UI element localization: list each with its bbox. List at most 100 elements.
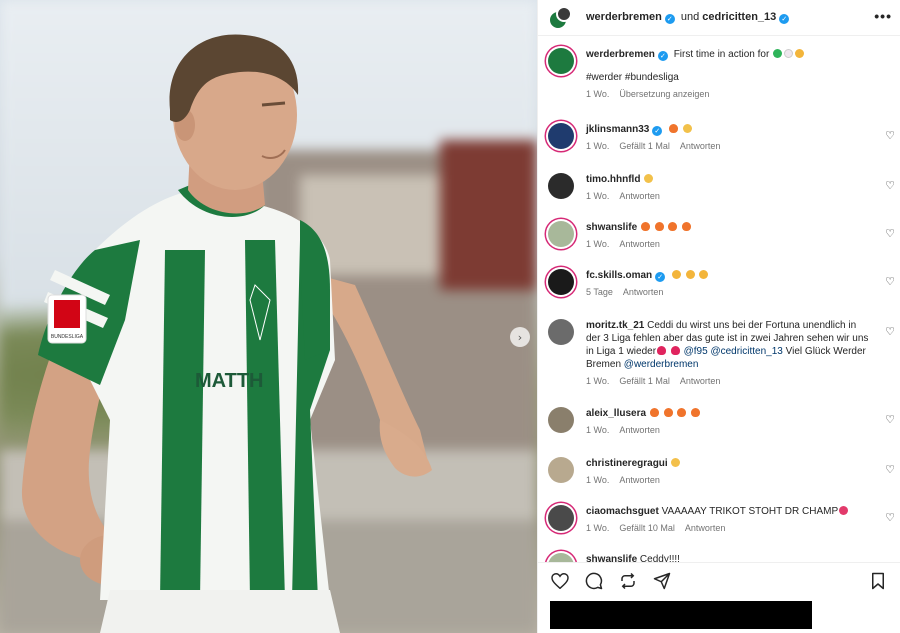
comment-time: 5 Tage — [586, 287, 613, 297]
header-accounts: werderbremen ✓ und cedricitten_13 ✓ — [586, 11, 792, 24]
caption-meta: 1 Wo. Übersetzung anzeigen — [586, 89, 870, 99]
reply-link[interactable]: Antworten — [619, 425, 660, 435]
comment-item: jklinsmann33 ✓ 1 Wo. Gefällt 1 Mal Antworte… — [538, 123, 900, 151]
mention-link[interactable]: @f95 — [684, 346, 708, 357]
sponsor-text: MATTH — [195, 370, 264, 392]
comment-item: christineregragui 1 Wo. Antworten ♡ — [538, 457, 900, 485]
raised-hands-emoji-icon — [682, 124, 692, 133]
caption-text: First time in action for — [673, 49, 770, 60]
mention-link[interactable]: @cedricitten_13 — [710, 346, 782, 357]
header-avatars[interactable] — [548, 5, 576, 30]
avatar[interactable] — [556, 5, 572, 22]
comment-item: moritz.tk_21 Ceddi du wirst uns bei der … — [538, 319, 900, 386]
comment-username[interactable]: jklinsmann33 — [586, 124, 649, 135]
translate-link[interactable]: Übersetzung anzeigen — [619, 89, 709, 99]
comment-item: fc.skills.oman ✓ 5 Tage Antworten ♡ — [538, 269, 900, 297]
comment-time: 1 Wo. — [586, 89, 610, 99]
comments-list[interactable]: werderbremen ✓ First time in action for #… — [538, 37, 900, 562]
comment-text: Ceddy!!!! — [639, 554, 680, 562]
avatar[interactable] — [548, 457, 574, 483]
comment-username[interactable]: aleix_llusera — [586, 408, 646, 419]
comment-item: aleix_llusera 1 Wo. Antworten ♡ — [538, 407, 900, 435]
fire-emoji-icon — [640, 222, 650, 231]
header-connector: und — [680, 11, 700, 23]
fire-emoji-icon — [649, 408, 659, 417]
caption-hashtags[interactable]: #werder #bundesliga — [586, 71, 870, 84]
fire-emoji-icon — [677, 408, 687, 417]
player-figure: BUNDESLIGA MATTH — [21, 34, 432, 633]
avatar[interactable] — [548, 48, 574, 74]
reply-link[interactable]: Antworten — [619, 475, 660, 485]
verified-icon: ✓ — [655, 272, 666, 282]
like-heart-icon[interactable] — [550, 571, 570, 591]
comment-username[interactable]: moritz.tk_21 — [586, 320, 644, 331]
flexed-biceps-emoji-icon — [671, 458, 681, 467]
comment-username[interactable]: werderbremen — [586, 49, 655, 60]
fire-emoji-icon — [663, 408, 673, 417]
reply-link[interactable]: Antworten — [680, 376, 721, 386]
comment-time: 1 Wo. — [586, 475, 610, 485]
fire-emoji-icon — [668, 222, 678, 231]
comment-icon[interactable] — [584, 571, 604, 591]
repost-icon[interactable] — [618, 571, 638, 591]
comment-username[interactable]: ciaomachsguet — [586, 506, 659, 517]
like-heart-icon[interactable]: ♡ — [885, 413, 895, 426]
avatar[interactable] — [548, 505, 574, 531]
more-options-icon[interactable]: ••• — [874, 8, 892, 24]
caption: werderbremen ✓ First time in action for #… — [538, 48, 900, 99]
comment-time: 1 Wo. — [586, 425, 610, 435]
avatar[interactable] — [548, 173, 574, 199]
like-heart-icon[interactable]: ♡ — [885, 463, 895, 476]
comment-item: ciaomachsguet VAAAAAY TRIKOT STOHT DR CH… — [538, 505, 900, 533]
comment-time: 1 Wo. — [586, 523, 610, 533]
fire-emoji-icon — [691, 408, 701, 417]
comment-item: timo.hhnfld 1 Wo. Antworten ♡ — [538, 173, 900, 201]
avatar[interactable] — [548, 319, 574, 345]
caption-text-line: werderbremen ✓ First time in action for — [586, 48, 870, 61]
account-name[interactable]: cedricitten_13 — [702, 11, 776, 23]
reply-link[interactable]: Antworten — [619, 191, 660, 201]
comment-time: 1 Wo. — [586, 239, 610, 249]
clap-emoji-icon — [685, 270, 695, 279]
comment-likes[interactable]: Gefällt 1 Mal — [619, 376, 670, 386]
comment-likes[interactable]: Gefällt 1 Mal — [619, 141, 670, 151]
comment-time: 1 Wo. — [586, 191, 610, 201]
green-heart-emoji-icon — [773, 49, 783, 58]
comment-username[interactable]: christineregragui — [586, 458, 668, 469]
reply-link[interactable]: Antworten — [623, 287, 664, 297]
raised-hands-emoji-icon — [644, 174, 654, 183]
comment-username[interactable]: timo.hhnfld — [586, 174, 640, 185]
verified-icon: ✓ — [652, 126, 663, 136]
comment-item: shwanslife Ceddy!!!! — [538, 553, 900, 562]
bookmark-icon[interactable] — [868, 571, 888, 591]
like-heart-icon[interactable]: ♡ — [885, 227, 895, 240]
comment-username[interactable]: shwanslife — [586, 222, 637, 233]
like-heart-icon[interactable]: ♡ — [885, 129, 895, 142]
reply-link[interactable]: Antworten — [619, 239, 660, 249]
comment-time: 1 Wo. — [586, 376, 610, 386]
fire-emoji-icon — [654, 222, 664, 231]
like-heart-icon[interactable]: ♡ — [885, 275, 895, 288]
avatar[interactable] — [548, 123, 574, 149]
post-photo: BUNDESLIGA MATTH › — [0, 0, 537, 633]
post-sidebar: werderbremen ✓ und cedricitten_13 ✓ ••• we… — [537, 0, 900, 633]
account-name[interactable]: werderbremen — [586, 11, 662, 23]
like-heart-icon[interactable]: ♡ — [885, 325, 895, 338]
heart-eyes-emoji-icon — [839, 506, 849, 515]
comment-likes[interactable]: Gefällt 10 Mal — [619, 523, 675, 533]
share-icon[interactable] — [652, 571, 672, 591]
like-heart-icon[interactable]: ♡ — [885, 179, 895, 192]
avatar[interactable] — [548, 407, 574, 433]
reply-link[interactable]: Antworten — [680, 141, 721, 151]
clap-emoji-icon — [699, 270, 709, 279]
avatar[interactable] — [548, 269, 574, 295]
like-heart-icon[interactable]: ♡ — [885, 511, 895, 524]
avatar[interactable] — [548, 553, 574, 562]
comment-username[interactable]: shwanslife — [586, 554, 637, 562]
reply-link[interactable]: Antworten — [685, 523, 726, 533]
avatar[interactable] — [548, 221, 574, 247]
white-heart-emoji-icon — [784, 49, 794, 58]
carousel-next-button[interactable]: › — [510, 327, 530, 347]
mention-link[interactable]: @werderbremen — [624, 359, 699, 370]
comment-username[interactable]: fc.skills.oman — [586, 270, 652, 281]
